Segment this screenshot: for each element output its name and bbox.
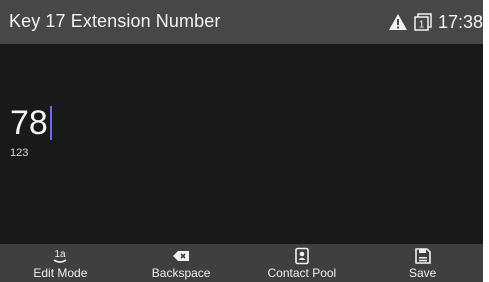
backspace-softkey[interactable]: Backspace	[121, 244, 242, 282]
extension-number-field[interactable]: 78	[10, 106, 52, 140]
svg-text:1a: 1a	[55, 249, 67, 260]
save-softkey[interactable]: Save	[362, 244, 483, 282]
contact-pool-label: Contact Pool	[267, 266, 337, 280]
page-title: Key 17 Extension Number	[9, 11, 221, 31]
screen-frame: Key 17 Extension Number 1 17:38 78 123 1…	[0, 0, 483, 282]
edit-mode-softkey[interactable]: 1a Edit Mode	[0, 244, 121, 282]
contact-pool-icon	[293, 247, 311, 265]
text-cursor	[49, 106, 52, 140]
line-1-icon: 1	[414, 13, 432, 31]
edit-area[interactable]: 78 123	[0, 44, 483, 244]
backspace-label: Backspace	[151, 266, 211, 280]
status-area: 1 17:38	[388, 10, 483, 34]
contact-pool-softkey[interactable]: Contact Pool	[242, 244, 363, 282]
line-number-label: 1	[419, 20, 425, 31]
phone-screen: Key 17 Extension Number 1 17:38 78 123 1…	[0, 0, 489, 282]
title-bar: Key 17 Extension Number 1 17:38	[0, 0, 483, 44]
clock: 17:38	[437, 11, 483, 32]
warning-icon	[388, 14, 407, 30]
edit-mode-icon: 1a	[51, 247, 69, 265]
screen-edge	[483, 0, 489, 282]
input-mode-indicator: 123	[10, 147, 29, 159]
softkey-bar: 1a Edit Mode Backspace Contact Pool Save	[0, 244, 483, 282]
save-label: Save	[408, 266, 437, 280]
edit-mode-label: Edit Mode	[33, 266, 88, 280]
save-icon	[414, 247, 432, 265]
extension-number-value: 78	[10, 104, 48, 142]
backspace-icon	[172, 247, 190, 265]
